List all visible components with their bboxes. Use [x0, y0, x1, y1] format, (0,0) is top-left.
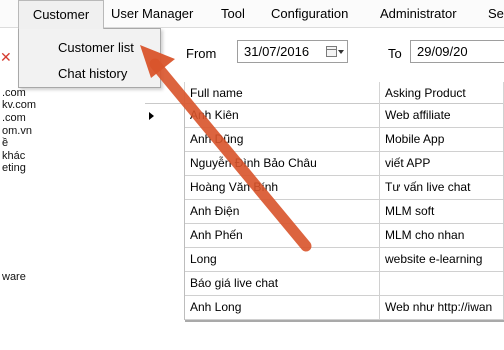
- left-list-item[interactable]: om.vn: [2, 125, 32, 137]
- table-row[interactable]: Anh Điện MLM soft: [145, 200, 504, 224]
- to-label: To: [388, 46, 402, 61]
- row-header[interactable]: [145, 128, 185, 152]
- grid-bottom-edge: [145, 320, 504, 324]
- table-row[interactable]: Anh Dũng Mobile App: [145, 128, 504, 152]
- menu-tool[interactable]: Tool: [221, 0, 245, 28]
- table-row[interactable]: Long website e-learning: [145, 248, 504, 272]
- grid-header-row: Full name Asking Product: [145, 82, 504, 104]
- cell-full-name[interactable]: Anh Điện: [185, 200, 380, 224]
- cell-asking-product[interactable]: viết APP: [380, 152, 504, 176]
- cell-asking-product[interactable]: Web affiliate: [380, 104, 504, 128]
- row-header[interactable]: [145, 224, 185, 248]
- cell-full-name[interactable]: Anh Kiên: [185, 104, 380, 128]
- to-date-value: 29/09/20: [417, 44, 468, 59]
- left-list-item[interactable]: .com: [2, 112, 26, 124]
- row-header[interactable]: [145, 152, 185, 176]
- cell-full-name[interactable]: Anh Dũng: [185, 128, 380, 152]
- table-row[interactable]: Hoàng Văn Bính Tư vấn live chat: [145, 176, 504, 200]
- customer-grid: Full name Asking Product Anh Kiên Web af…: [145, 82, 504, 342]
- menu-customer[interactable]: Customer: [18, 0, 104, 29]
- table-row[interactable]: Nguyễn Đình Bảo Châu viết APP: [145, 152, 504, 176]
- row-header[interactable]: [145, 248, 185, 272]
- left-list-item[interactable]: ware: [2, 271, 26, 283]
- row-header[interactable]: [145, 104, 185, 128]
- menu-user-manager[interactable]: User Manager: [111, 0, 193, 28]
- from-date-value: 31/07/2016: [244, 44, 310, 59]
- left-list-item[interactable]: khác: [2, 150, 25, 162]
- left-list-item[interactable]: ề: [2, 137, 8, 149]
- row-header[interactable]: [145, 176, 185, 200]
- dropdown-item-chat-history[interactable]: Chat history: [19, 61, 160, 87]
- from-date-picker[interactable]: 31/07/2016: [237, 40, 348, 63]
- cell-full-name[interactable]: Long: [185, 248, 380, 272]
- left-list-item[interactable]: eting: [2, 162, 26, 174]
- current-row-indicator-icon: [149, 112, 154, 120]
- menu-administrator[interactable]: Administrator: [380, 0, 457, 28]
- cell-asking-product[interactable]: MLM soft: [380, 200, 504, 224]
- dropdown-item-customer-list[interactable]: Customer list: [19, 35, 160, 61]
- cell-asking-product[interactable]: MLM cho nhan: [380, 224, 504, 248]
- cell-full-name[interactable]: Hoàng Văn Bính: [185, 176, 380, 200]
- from-label: From: [186, 46, 217, 61]
- left-list-item[interactable]: .com: [2, 87, 26, 99]
- menu-configuration[interactable]: Configuration: [271, 0, 348, 28]
- cell-asking-product[interactable]: [380, 272, 504, 296]
- row-header[interactable]: [145, 296, 185, 320]
- cell-full-name[interactable]: Báo giá live chat: [185, 272, 380, 296]
- cell-full-name[interactable]: Nguyễn Đình Bảo Châu: [185, 152, 380, 176]
- close-icon[interactable]: ✕: [0, 50, 12, 64]
- menu-bar: Customer User Manager Tool Configuration…: [0, 0, 504, 29]
- table-row[interactable]: Anh Kiên Web affiliate: [145, 104, 504, 128]
- cell-asking-product[interactable]: Web như http://iwan: [380, 296, 504, 320]
- cell-asking-product[interactable]: website e-learning: [380, 248, 504, 272]
- calendar-dropdown-icon[interactable]: [326, 46, 344, 58]
- table-row[interactable]: Anh Long Web như http://iwan: [145, 296, 504, 320]
- table-row[interactable]: Báo giá live chat: [145, 272, 504, 296]
- to-date-picker[interactable]: 29/09/20: [410, 40, 504, 63]
- table-row[interactable]: Anh Phến MLM cho nhan: [145, 224, 504, 248]
- grid-bottom-border: [185, 320, 504, 322]
- cell-asking-product[interactable]: Tư vấn live chat: [380, 176, 504, 200]
- left-list-item[interactable]: kv.com: [2, 99, 36, 111]
- row-header[interactable]: [145, 200, 185, 224]
- column-header-full-name[interactable]: Full name: [185, 82, 380, 104]
- column-header-asking-product[interactable]: Asking Product: [380, 82, 504, 104]
- menu-settings-partial[interactable]: Se: [488, 0, 504, 28]
- cell-asking-product[interactable]: Mobile App: [380, 128, 504, 152]
- row-header[interactable]: [145, 272, 185, 296]
- customer-dropdown-menu: Customer list Chat history: [18, 28, 161, 88]
- date-filter-bar: From 31/07/2016 To 29/09/20: [165, 40, 504, 66]
- cell-full-name[interactable]: Anh Phến: [185, 224, 380, 248]
- cell-full-name[interactable]: Anh Long: [185, 296, 380, 320]
